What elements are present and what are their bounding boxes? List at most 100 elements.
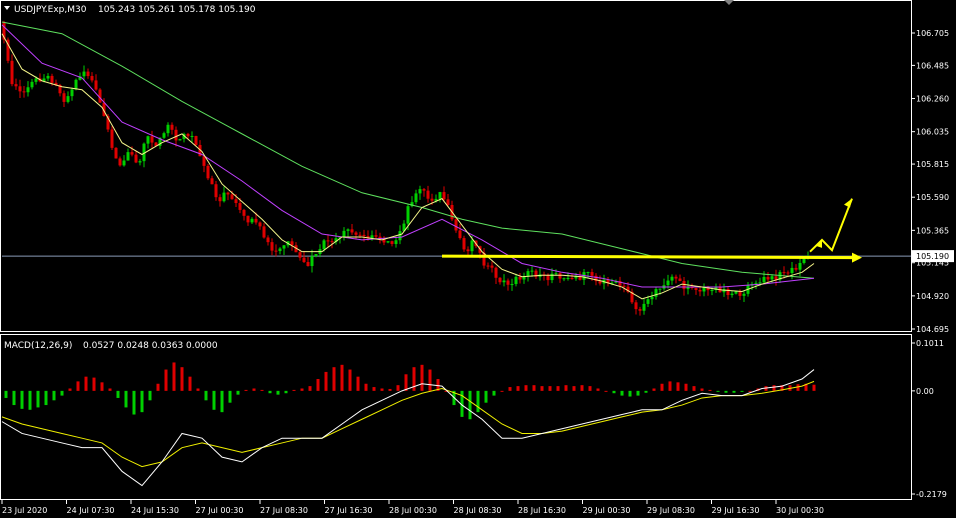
macd-histogram-bar — [108, 388, 112, 391]
candle-bull — [278, 248, 282, 252]
candle-bear — [226, 192, 230, 195]
collapse-triangle-icon[interactable] — [4, 6, 10, 10]
price-tick-label: 105.590 — [916, 193, 949, 202]
candle-bull — [122, 160, 126, 166]
candle-bear — [674, 276, 678, 279]
candle-bear — [194, 135, 198, 145]
macd-histogram-bar — [364, 383, 368, 391]
candle-bull — [162, 133, 166, 138]
macd-histogram-bar — [812, 384, 816, 391]
support-arrow-head — [852, 252, 862, 263]
candle-bear — [506, 280, 510, 285]
macd-plot — [1, 362, 816, 487]
candle-bear — [442, 192, 446, 200]
macd-histogram-bar — [532, 385, 536, 391]
candle-bear — [118, 158, 122, 166]
candle-bear — [358, 234, 362, 236]
macd-histogram-bar — [620, 390, 624, 396]
price-tick-label: 104.695 — [916, 325, 949, 334]
shift-marker-icon[interactable] — [724, 0, 734, 5]
macd-histogram-bar — [220, 390, 224, 413]
candle-bull — [342, 230, 346, 237]
macd-label: MACD(12,26,9) — [4, 341, 72, 351]
candle-bear — [206, 165, 210, 179]
price-panel-frame — [0, 0, 912, 332]
macd-histogram-bar — [716, 390, 720, 392]
candle-bull — [66, 96, 70, 102]
macd-histogram-bar — [228, 390, 232, 403]
candle-bear — [422, 189, 426, 191]
price-tick-label: 106.035 — [916, 128, 949, 137]
candle-bull — [510, 284, 514, 286]
macd-histogram-bar — [476, 390, 480, 413]
macd-histogram-bar — [12, 390, 16, 406]
candle-bull — [70, 89, 74, 97]
trading-chart[interactable]: USDJPY.Exp,M30 105.243 105.261 105.178 1… — [0, 0, 956, 518]
macd-histogram-bar — [188, 376, 192, 391]
macd-tick-label: 0.00 — [916, 387, 934, 396]
time-tick-label: 29 Jul 08:30 — [647, 506, 695, 515]
macd-histogram-bar — [652, 388, 656, 391]
candle-bull — [586, 272, 590, 274]
time-tick-label: 28 Jul 16:30 — [518, 506, 566, 515]
candle-bear — [218, 197, 222, 202]
candle-bull — [550, 273, 554, 281]
projection-arrow-head — [844, 198, 852, 208]
candle-bear — [490, 265, 494, 268]
candle-bull — [742, 293, 746, 296]
macd-histogram-bar — [20, 390, 24, 409]
candle-bear — [22, 91, 26, 93]
time-tick-label: 29 Jul 16:30 — [712, 506, 760, 515]
macd-histogram-bar — [44, 390, 48, 406]
candle-bear — [266, 237, 270, 243]
macd-histogram-bar — [388, 388, 392, 391]
candle-bull — [658, 288, 662, 290]
time-tick-label: 24 Jul 07:30 — [67, 506, 115, 515]
candle-bear — [694, 288, 698, 290]
candle-bear — [430, 198, 434, 201]
candle-bull — [74, 79, 78, 90]
candle-bull — [654, 289, 658, 297]
candle-bull — [418, 189, 422, 194]
macd-histogram-bar — [500, 390, 504, 392]
candle-bull — [646, 299, 650, 304]
candle-bear — [494, 267, 498, 278]
macd-tick-label: 0.1011 — [916, 339, 944, 348]
macd-values: 0.0527 0.0248 0.0363 0.0000 — [83, 341, 218, 351]
candle-bear — [186, 133, 190, 137]
candle-bear — [634, 302, 638, 310]
macd-histogram-bar — [140, 390, 144, 413]
candle-bear — [374, 235, 378, 237]
candle-bear — [306, 262, 310, 267]
candle-bear — [270, 242, 274, 251]
candle-bull — [386, 241, 390, 243]
price-tick-label: 105.815 — [916, 160, 949, 169]
candle-bull — [190, 135, 194, 137]
candle-bear — [214, 184, 218, 198]
price-tick-label: 104.920 — [916, 292, 949, 301]
candle-bear — [238, 203, 242, 210]
candle-bear — [590, 272, 594, 276]
time-tick-label: 30 Jul 00:30 — [776, 506, 824, 515]
candle-bull — [310, 256, 314, 267]
candle-bear — [326, 240, 330, 242]
candle-bear — [390, 241, 394, 244]
price-axis: 106.705 106.485 106.260 106.035 105.815 105.5… — [911, 29, 954, 334]
candle-bull — [566, 278, 570, 280]
candle-bear — [110, 129, 114, 148]
candle-bull — [650, 296, 654, 300]
macd-histogram-bar — [524, 385, 528, 391]
macd-histogram-bar — [268, 390, 272, 394]
candle-bear — [150, 136, 154, 143]
time-tick-label: 27 Jul 08:30 — [260, 506, 308, 515]
candle-bull — [370, 235, 374, 239]
candle-bull — [798, 262, 802, 270]
candle-bull — [670, 276, 674, 281]
macd-histogram-bar — [52, 390, 56, 401]
macd-histogram-bar — [260, 389, 264, 391]
macd-histogram-bar — [92, 377, 96, 391]
macd-histogram-bar — [556, 386, 560, 391]
candle-bear — [114, 147, 118, 159]
projection-arrow-line — [809, 198, 853, 253]
time-tick-label: 24 Jul 15:30 — [131, 506, 179, 515]
